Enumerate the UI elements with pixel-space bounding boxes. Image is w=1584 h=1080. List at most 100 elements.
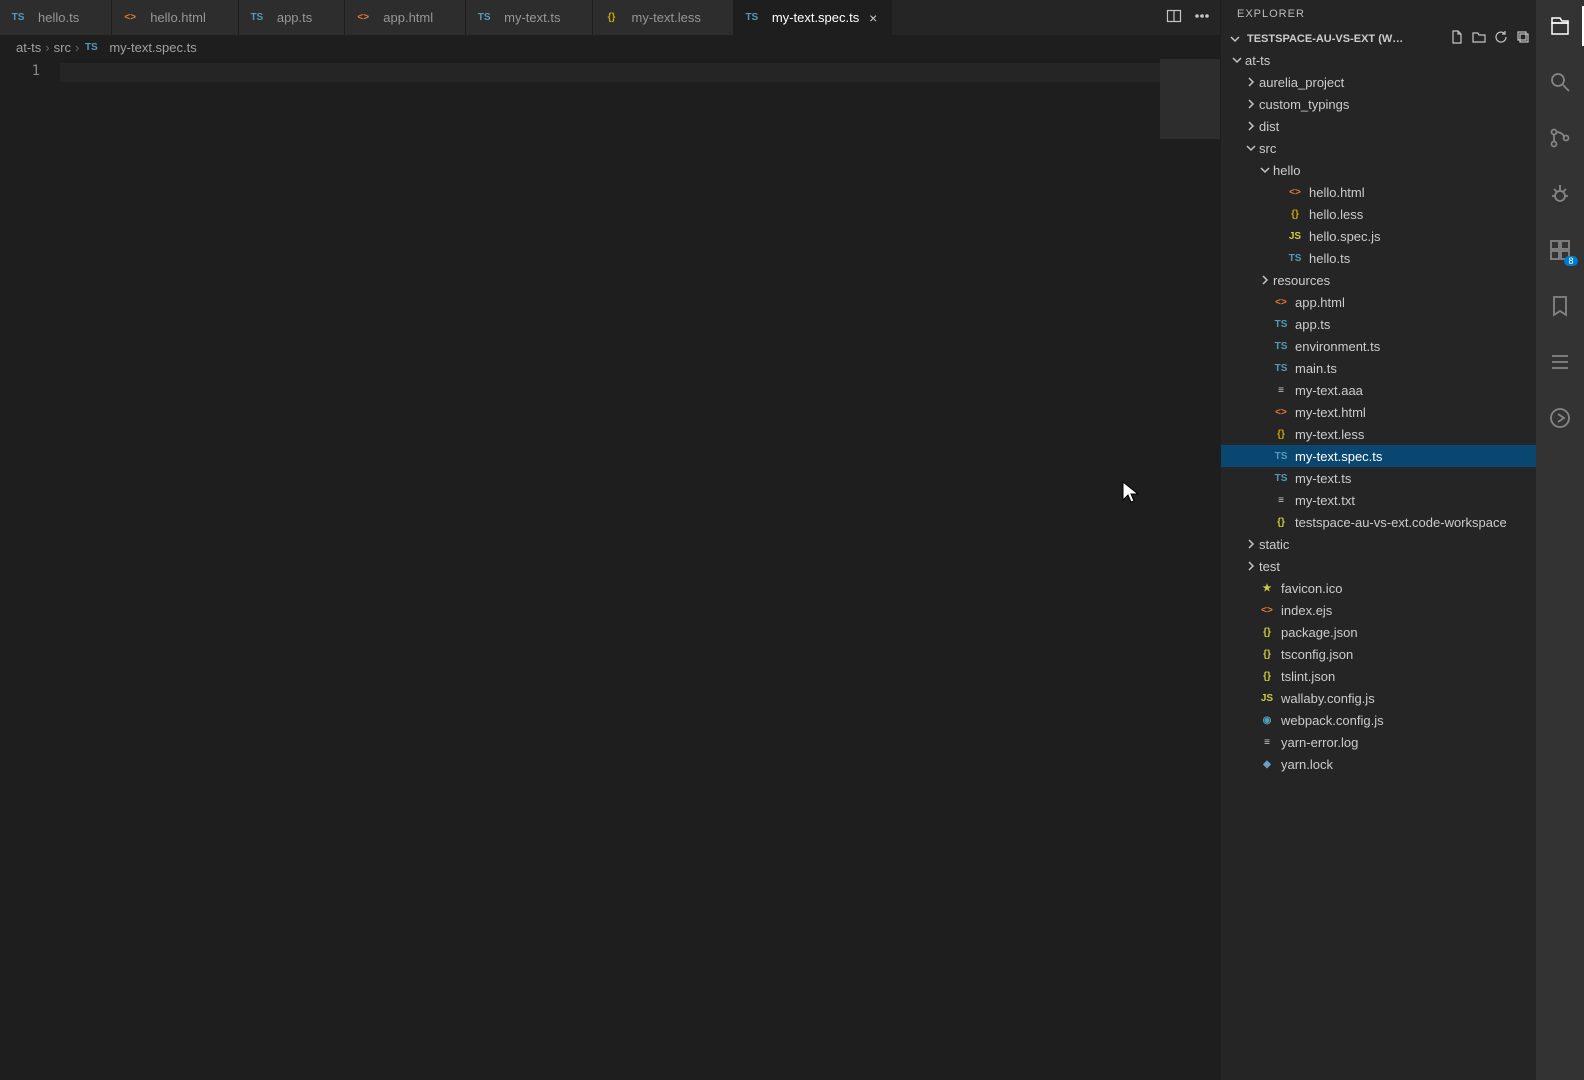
- html-icon: <>: [122, 10, 138, 26]
- breadcrumb[interactable]: at-ts›src›TSmy-text.spec.ts: [0, 35, 1220, 59]
- file-yarn-error-log[interactable]: ≡yarn-error.log: [1221, 731, 1536, 753]
- new-file-icon[interactable]: [1450, 30, 1464, 47]
- chevron-right-icon: [1243, 96, 1259, 112]
- file-yarn-lock[interactable]: ◆yarn.lock: [1221, 753, 1536, 775]
- file-my-text-aaa[interactable]: ≡my-text.aaa: [1221, 379, 1536, 401]
- file-wallaby-config-js[interactable]: JSwallaby.config.js: [1221, 687, 1536, 709]
- tab-hello-html[interactable]: <>hello.html×: [112, 0, 239, 35]
- minimap[interactable]: [1160, 59, 1220, 1080]
- bookmarks-activity[interactable]: [1536, 286, 1584, 326]
- folder-aurelia_project[interactable]: aurelia_project: [1221, 71, 1536, 93]
- tab-label: app.ts: [277, 10, 312, 25]
- line-number: 1: [0, 63, 40, 79]
- file-hello-spec-js[interactable]: JShello.spec.js: [1221, 225, 1536, 247]
- tab-app-html[interactable]: <>app.html×: [345, 0, 466, 35]
- tree-label: yarn-error.log: [1281, 735, 1358, 750]
- explorer-activity[interactable]: [1536, 6, 1584, 46]
- workspace-header[interactable]: TESTSPACE-AU-VS-EXT (W…: [1221, 28, 1536, 49]
- file-index-ejs[interactable]: <>index.ejs: [1221, 599, 1536, 621]
- tab-app-ts[interactable]: TSapp.ts×: [239, 0, 345, 35]
- extensions-activity[interactable]: 8: [1536, 230, 1584, 270]
- tab-hello-ts[interactable]: TShello.ts×: [0, 0, 112, 35]
- tree-label: favicon.ico: [1281, 581, 1342, 596]
- ts-icon: TS: [83, 39, 99, 55]
- debug-activity[interactable]: [1536, 174, 1584, 214]
- tab-my-text-spec-ts[interactable]: TSmy-text.spec.ts×: [734, 0, 892, 35]
- folder-test[interactable]: test: [1221, 555, 1536, 577]
- chevron-down-icon: [1243, 140, 1259, 156]
- file-my-text-ts[interactable]: TSmy-text.ts: [1221, 467, 1536, 489]
- file-tsconfig-json[interactable]: {} tsconfig.json: [1221, 643, 1536, 665]
- tree-label: package.json: [1281, 625, 1358, 640]
- folder-resources[interactable]: resources: [1221, 269, 1536, 291]
- chevron-down-icon: [1229, 52, 1245, 68]
- editor-content[interactable]: [60, 59, 1160, 1080]
- source-control-activity[interactable]: [1536, 118, 1584, 158]
- tab-my-text-ts[interactable]: TSmy-text.ts×: [466, 0, 593, 35]
- breadcrumb-segment[interactable]: src: [54, 40, 71, 55]
- new-folder-icon[interactable]: [1472, 30, 1486, 47]
- chevron-down-icon: [1227, 31, 1243, 47]
- folder-at-ts[interactable]: at-ts: [1221, 49, 1536, 71]
- tab-actions: [1156, 0, 1220, 35]
- folder-static[interactable]: static: [1221, 533, 1536, 555]
- minimap-viewport[interactable]: [1160, 59, 1220, 139]
- file-favicon-ico[interactable]: ★favicon.ico: [1221, 577, 1536, 599]
- less-icon: {}: [1287, 206, 1303, 222]
- outline-activity[interactable]: [1536, 342, 1584, 382]
- file-hello-less[interactable]: {}hello.less: [1221, 203, 1536, 225]
- file-main-ts[interactable]: TSmain.ts: [1221, 357, 1536, 379]
- file-app-html[interactable]: <>app.html: [1221, 291, 1536, 313]
- tree-label: testspace-au-vs-ext.code-workspace: [1295, 515, 1507, 530]
- file-webpack-config-js[interactable]: ◉webpack.config.js: [1221, 709, 1536, 731]
- tree-label: resources: [1273, 273, 1330, 288]
- chevron-right-icon: ›: [75, 40, 79, 55]
- refresh-icon[interactable]: [1494, 30, 1508, 47]
- tree-label: environment.ts: [1295, 339, 1380, 354]
- json-icon: {}: [1259, 646, 1275, 662]
- tab-label: my-text.spec.ts: [772, 10, 859, 25]
- tree-label: hello.spec.js: [1309, 229, 1381, 244]
- less-icon: {}: [1273, 426, 1289, 442]
- active-line-highlight: [60, 63, 1160, 82]
- ts-icon: TS: [249, 10, 265, 26]
- file-my-text-less[interactable]: {} my-text.less: [1221, 423, 1536, 445]
- ts-icon: TS: [1273, 470, 1289, 486]
- folder-custom_typings[interactable]: custom_typings: [1221, 93, 1536, 115]
- folder-src[interactable]: src: [1221, 137, 1536, 159]
- folder-dist[interactable]: dist: [1221, 115, 1536, 137]
- search-activity[interactable]: [1536, 62, 1584, 102]
- file-testspace-au-vs-ext-code-workspace[interactable]: {}testspace-au-vs-ext.code-workspace: [1221, 511, 1536, 533]
- folder-hello[interactable]: hello: [1221, 159, 1536, 181]
- collapse-all-icon[interactable]: [1516, 30, 1530, 47]
- file-environment-ts[interactable]: TSenvironment.ts: [1221, 335, 1536, 357]
- file-my-text-txt[interactable]: ≡my-text.txt: [1221, 489, 1536, 511]
- file-app-ts[interactable]: TSapp.ts: [1221, 313, 1536, 335]
- file-hello-ts[interactable]: TShello.ts: [1221, 247, 1536, 269]
- file-package-json[interactable]: {} package.json: [1221, 621, 1536, 643]
- tab-label: hello.ts: [38, 10, 79, 25]
- file-my-text-spec-ts[interactable]: TS my-text.spec.ts: [1221, 445, 1536, 467]
- more-actions-icon[interactable]: [1194, 8, 1210, 27]
- breadcrumb-segment[interactable]: at-ts: [16, 40, 41, 55]
- tree-label: aurelia_project: [1259, 75, 1344, 90]
- tab-my-text-less[interactable]: {}my-text.less×: [593, 0, 733, 35]
- html-icon: <>: [1287, 184, 1303, 200]
- test-activity[interactable]: [1536, 398, 1584, 438]
- file-tslint-json[interactable]: {}tslint.json: [1221, 665, 1536, 687]
- workspace-name: TESTSPACE-AU-VS-EXT (W…: [1247, 33, 1446, 45]
- tree-label: tsconfig.json: [1281, 647, 1353, 662]
- cfg-icon: ◉: [1259, 712, 1275, 728]
- editor-body: 1: [0, 59, 1220, 1080]
- ts-icon: TS: [1273, 448, 1289, 464]
- split-editor-icon[interactable]: [1166, 8, 1182, 27]
- file-hello-html[interactable]: <>hello.html: [1221, 181, 1536, 203]
- tree-label: my-text.spec.ts: [1295, 449, 1382, 464]
- lock-icon: ◆: [1259, 756, 1275, 772]
- close-icon[interactable]: ×: [865, 10, 881, 26]
- json-icon: {}: [1259, 624, 1275, 640]
- file-my-text-html[interactable]: <>my-text.html: [1221, 401, 1536, 423]
- json-icon: {}: [1259, 668, 1275, 684]
- tree-label: my-text.less: [1295, 427, 1364, 442]
- breadcrumb-segment[interactable]: my-text.spec.ts: [109, 40, 196, 55]
